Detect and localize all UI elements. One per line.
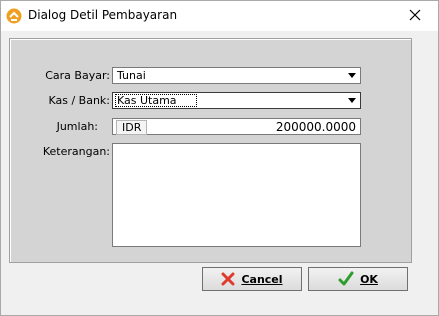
cancel-button[interactable]: Cancel xyxy=(202,267,302,291)
chevron-down-icon[interactable] xyxy=(348,73,356,78)
red-x-icon xyxy=(221,272,235,286)
cara-bayar-label: Cara Bayar: xyxy=(45,69,110,82)
currency-badge: IDR xyxy=(116,120,148,135)
green-check-icon xyxy=(338,271,354,287)
close-icon xyxy=(409,9,421,24)
cara-bayar-select[interactable]: Tunai xyxy=(112,67,361,84)
kas-bank-label: Kas / Bank: xyxy=(48,94,110,107)
dialog-window: Dialog Detil Pembayaran Cara Bayar: Tuna… xyxy=(0,0,439,316)
jumlah-field[interactable]: IDR 200000.0000 xyxy=(112,118,361,135)
title-bar[interactable]: Dialog Detil Pembayaran xyxy=(1,1,438,31)
jumlah-value: 200000.0000 xyxy=(275,120,356,134)
chevron-down-icon[interactable] xyxy=(348,98,356,103)
cara-bayar-value: Tunai xyxy=(117,69,146,82)
ok-label: OK xyxy=(360,272,378,286)
dialog-client-area: Cara Bayar: Tunai Kas / Bank: Kas Utama … xyxy=(1,31,438,315)
kas-bank-value: Kas Utama xyxy=(117,94,177,107)
cancel-label: Cancel xyxy=(241,272,283,286)
kas-bank-select[interactable]: Kas Utama xyxy=(112,92,361,109)
window-title: Dialog Detil Pembayaran xyxy=(28,8,178,22)
form-panel: Cara Bayar: Tunai Kas / Bank: Kas Utama … xyxy=(9,38,412,263)
app-logo-icon xyxy=(6,8,22,24)
ok-button[interactable]: OK xyxy=(308,267,408,291)
keterangan-textarea[interactable] xyxy=(112,143,361,247)
close-button[interactable] xyxy=(392,1,438,31)
keterangan-label: Keterangan: xyxy=(42,145,110,158)
jumlah-label: Jumlah: xyxy=(56,120,98,133)
